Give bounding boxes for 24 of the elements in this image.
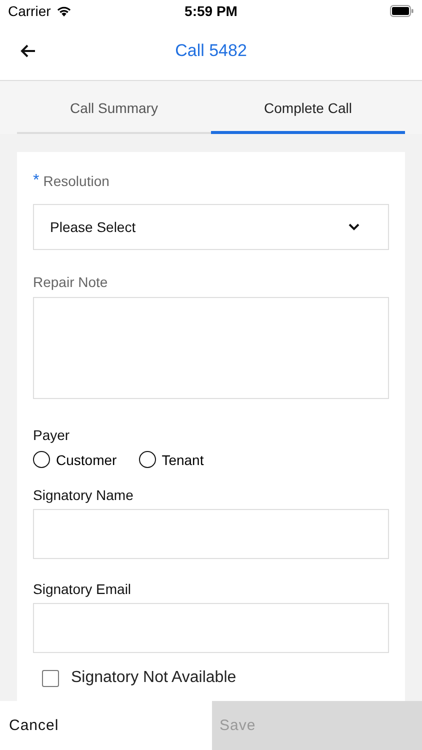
checkbox-label: Signatory Not Available [71, 669, 236, 687]
tab[interactable]: Complete Call [211, 81, 405, 134]
carrier-label: Carrier [8, 3, 51, 19]
signatory-email-field[interactable] [33, 603, 389, 653]
field-label: Signatory Email [33, 581, 132, 597]
radio-option[interactable]: Customer [33, 451, 117, 468]
wifi-icon [56, 5, 72, 17]
page-title: Call 5482 [175, 41, 247, 61]
checkbox[interactable] [42, 670, 59, 686]
signatory-name-field[interactable] [33, 509, 389, 559]
field-label: Repair Note [33, 274, 109, 290]
tab[interactable]: Call Summary [17, 81, 211, 134]
required-mark: * [33, 172, 40, 190]
radio-option[interactable]: Tenant [138, 451, 204, 468]
status-time: 5:59 PM [184, 3, 238, 19]
dropdown-value: Please Select [50, 219, 136, 235]
resolution-dropdown[interactable]: Please Select [33, 204, 389, 250]
chevron-down-icon [348, 223, 360, 231]
field-label: Resolution [43, 173, 110, 189]
back-arrow-icon [20, 44, 36, 58]
field-label: Payer [33, 427, 71, 443]
field-label: Signatory Name [33, 487, 134, 503]
repair-note-field[interactable] [33, 297, 389, 399]
battery-icon [390, 5, 414, 17]
